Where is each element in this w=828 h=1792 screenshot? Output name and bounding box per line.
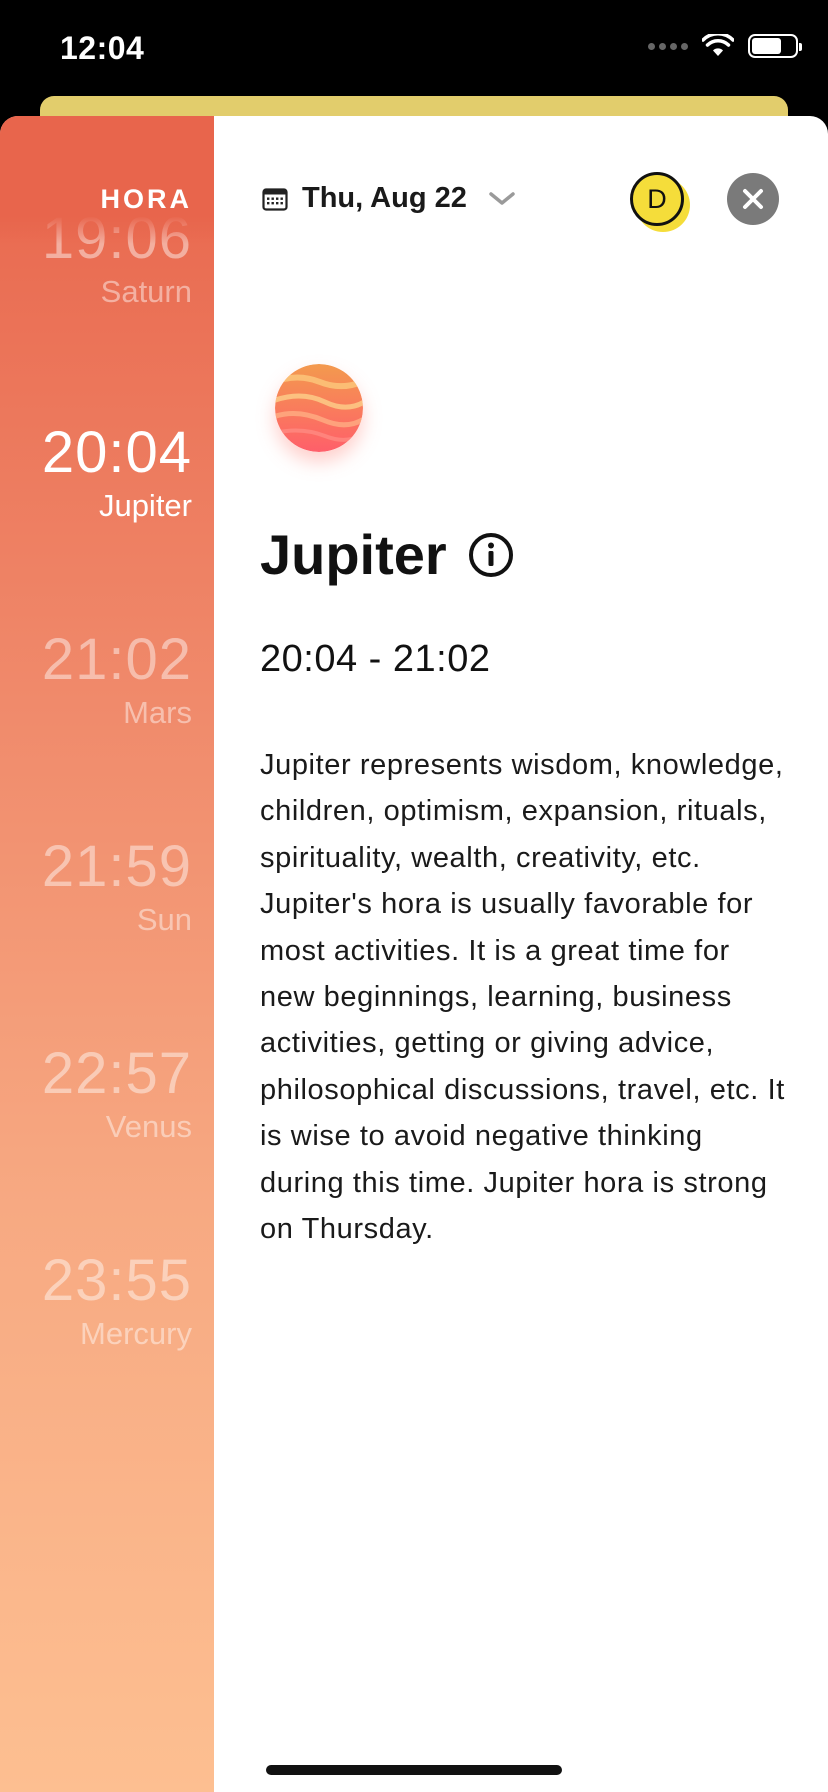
status-icons	[648, 34, 802, 58]
hora-item-mars[interactable]: 21:02 Mars	[42, 631, 192, 731]
hora-sidebar[interactable]: 19:06 Saturn 20:04 Jupiter 21:02 Mars 21…	[0, 116, 214, 1792]
hora-item-mercury[interactable]: 23:55 Mercury	[42, 1252, 192, 1352]
info-icon[interactable]	[467, 531, 515, 579]
date-selector[interactable]: Thu, Aug 22	[262, 182, 517, 215]
avatar-letter: D	[630, 172, 684, 226]
jupiter-planet-icon	[275, 364, 363, 452]
hora-time: 23:55	[41, 1248, 192, 1313]
cellular-signal-icon	[648, 42, 688, 50]
hora-planet: Saturn	[100, 274, 192, 309]
calendar-icon	[262, 187, 288, 211]
planet-description: Jupiter represents wisdom, knowledge, ch…	[260, 749, 785, 1246]
hora-item-jupiter[interactable]: 20:04 Jupiter	[42, 424, 192, 524]
selected-date: Thu, Aug 22	[302, 182, 467, 214]
user-avatar[interactable]: D	[630, 172, 690, 232]
chevron-down-icon	[489, 191, 515, 205]
hora-planet: Jupiter	[98, 488, 192, 523]
battery-icon	[748, 34, 802, 58]
status-bar: 12:04	[0, 0, 828, 100]
hora-time: 20:04	[41, 420, 192, 485]
hora-item-sun[interactable]: 21:59 Sun	[42, 838, 192, 938]
hora-planet: Venus	[105, 1109, 192, 1144]
hora-time: 21:59	[41, 834, 192, 899]
hora-time: 21:02	[41, 627, 192, 692]
hora-planet: Sun	[136, 902, 192, 937]
status-time: 12:04	[60, 30, 145, 66]
hora-planet: Mercury	[80, 1316, 192, 1351]
planet-name: Jupiter	[260, 523, 447, 586]
hora-item-venus[interactable]: 22:57 Venus	[42, 1045, 192, 1145]
wifi-icon	[702, 34, 734, 56]
hora-time: 22:57	[41, 1041, 192, 1106]
sidebar-title: HORA	[100, 184, 192, 214]
hora-planet: Mars	[123, 695, 192, 730]
home-indicator[interactable]	[266, 1765, 562, 1775]
hora-time-range: 20:04 - 21:02	[260, 638, 491, 680]
planet-title: Jupiter	[260, 522, 515, 587]
hora-sheet: 19:06 Saturn 20:04 Jupiter 21:02 Mars 21…	[0, 116, 828, 1792]
close-button[interactable]	[727, 173, 779, 225]
close-icon	[743, 189, 763, 209]
sidebar-header-fade	[0, 116, 214, 244]
